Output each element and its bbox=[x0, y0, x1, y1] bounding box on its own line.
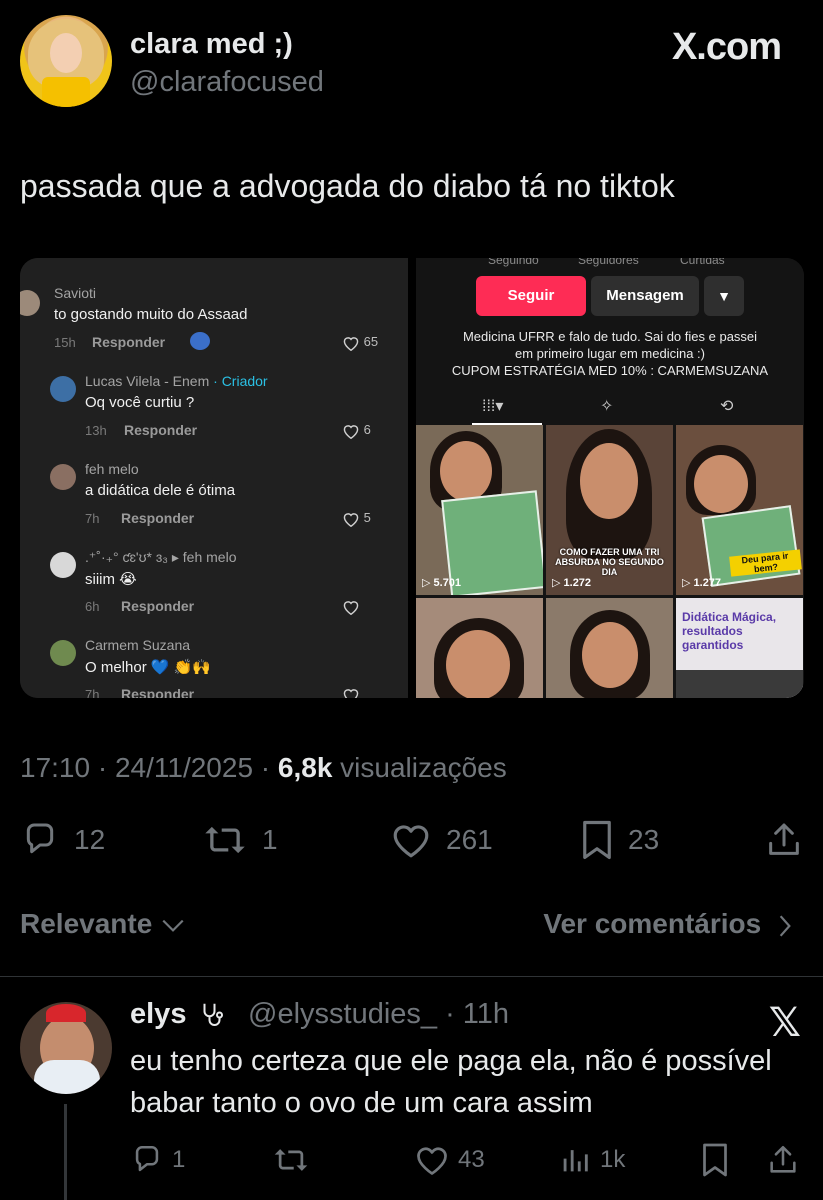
reply-link: Responder bbox=[92, 334, 166, 350]
reply-avatar[interactable] bbox=[20, 1002, 112, 1094]
video-thumbnail bbox=[416, 598, 543, 698]
like-count: 261 bbox=[446, 824, 493, 855]
author-avatar[interactable] bbox=[20, 15, 112, 107]
comment-time: 13h bbox=[85, 423, 107, 438]
reply-views-button[interactable]: 1k bbox=[558, 1132, 625, 1188]
chevron-right-icon bbox=[779, 915, 791, 937]
reply-actions: 1 43 1k bbox=[0, 1132, 823, 1178]
reply-link: Responder bbox=[121, 686, 195, 698]
profile-tabs: ⁞⁞⁞▾ ✧ ⟲ bbox=[416, 390, 804, 426]
view-count: 6,8k bbox=[277, 752, 333, 783]
comment-author: Lucas Vilela - Enem · Criador bbox=[85, 373, 268, 389]
reply-share-button[interactable] bbox=[766, 1132, 800, 1188]
comment-time: 6h bbox=[85, 599, 100, 614]
retweet-icon bbox=[205, 826, 245, 854]
bookmark-count: 23 bbox=[628, 824, 660, 855]
reply-reply-button[interactable]: 1 bbox=[130, 1132, 185, 1188]
comment-text: a didática dele é ótima bbox=[85, 482, 236, 499]
video-thumbnail bbox=[546, 598, 673, 698]
view-comments-link[interactable]: Ver comentários bbox=[543, 908, 793, 940]
reply-handle[interactable]: @elysstudies_ · 11h bbox=[248, 998, 509, 1031]
reposts-tab-icon: ✧ bbox=[600, 398, 614, 415]
profile-bio: Medicina UFRR e falo de tudo. Sai do fie… bbox=[451, 329, 769, 378]
retweet-count: 1 bbox=[262, 824, 278, 855]
comment-author: Savioti bbox=[54, 285, 97, 301]
heart-icon bbox=[393, 825, 429, 858]
reply-link: Responder bbox=[124, 422, 198, 438]
analytics-icon bbox=[563, 1150, 588, 1172]
tweet-media[interactable]: Savioti to gostando muito do Assaad 15h … bbox=[20, 258, 804, 698]
video-thumbnail: ▷ 5.701 bbox=[416, 425, 543, 595]
comment-like-icon bbox=[342, 686, 360, 698]
share-icon bbox=[770, 1145, 796, 1173]
avatar bbox=[50, 464, 76, 490]
video-thumbnail: Deu para ir bem? ▷ 1.277 bbox=[676, 425, 803, 595]
comment-author: feh melo bbox=[85, 461, 139, 477]
divider bbox=[0, 976, 823, 977]
retweet-icon bbox=[274, 1149, 308, 1171]
comment-author: Carmem Suzana bbox=[85, 637, 191, 653]
reply-display-name[interactable]: elys bbox=[130, 998, 229, 1031]
avatar bbox=[50, 640, 76, 666]
reply-link: Responder bbox=[121, 510, 195, 526]
comment-time: 7h bbox=[85, 687, 100, 698]
share-icon bbox=[769, 823, 799, 855]
tiktok-profile-screenshot: Seguindo Seguidores Curtidas Seguir Mens… bbox=[416, 258, 804, 698]
tweet-text: passada que a advogada do diabo tá no ti… bbox=[20, 168, 675, 204]
media-divider bbox=[408, 258, 416, 698]
comment-text: siiim 😭 bbox=[85, 571, 137, 588]
comment-text: O melhor 💙 👏🙌 bbox=[85, 659, 212, 676]
reply-button[interactable]: 12 bbox=[20, 812, 105, 868]
author-handle[interactable]: @clarafocused bbox=[130, 66, 324, 99]
comment-likes: 5 bbox=[342, 510, 371, 527]
reply-bookmark-button[interactable] bbox=[700, 1132, 730, 1188]
reply-icon bbox=[135, 1145, 159, 1172]
bookmark-icon bbox=[703, 1143, 727, 1177]
comment-likes: 65 bbox=[342, 334, 378, 351]
reply-reply-count: 1 bbox=[172, 1146, 186, 1173]
comment-time: 7h bbox=[85, 511, 100, 526]
avatar bbox=[50, 376, 76, 402]
share-button[interactable] bbox=[764, 812, 804, 868]
reply-retweet-button[interactable] bbox=[272, 1132, 310, 1188]
reply-count: 12 bbox=[74, 824, 106, 855]
avatar bbox=[20, 290, 40, 316]
reply-link: Responder bbox=[121, 598, 195, 614]
like-button[interactable]: 261 bbox=[390, 812, 493, 868]
liked-tab-icon: ⟲ bbox=[720, 398, 734, 415]
avatar bbox=[50, 552, 76, 578]
chevron-down-icon bbox=[162, 919, 184, 932]
stethoscope-icon bbox=[203, 1004, 223, 1027]
bookmark-icon bbox=[583, 820, 611, 860]
reply-like-button[interactable]: 43 bbox=[414, 1132, 485, 1188]
video-thumbnail: Didática Mágica, resultados garantidos bbox=[676, 598, 803, 698]
creator-liked-icon bbox=[190, 332, 210, 350]
message-button: Mensagem bbox=[591, 276, 699, 316]
tweet-timestamp: 17:10 · 24/11/2025 · 6,8k visualizações bbox=[20, 752, 507, 783]
comment-like-icon bbox=[342, 598, 360, 615]
videos-tab-icon: ⁞⁞⁞▾ bbox=[482, 398, 504, 415]
video-thumbnail: COMO FAZER UMA TRI ABSURDA NO SEGUNDO DI… bbox=[546, 425, 673, 595]
tiktok-comments-screenshot: Savioti to gostando muito do Assaad 15h … bbox=[20, 258, 408, 698]
comment-text: to gostando muito do Assaad bbox=[54, 306, 248, 323]
retweet-button[interactable]: 1 bbox=[202, 812, 278, 868]
tweet-actions: 12 1 261 23 bbox=[0, 812, 823, 868]
follow-button: Seguir bbox=[476, 276, 586, 316]
comment-text: Oq você curtiu ? bbox=[85, 394, 195, 411]
sort-dropdown[interactable]: Relevante bbox=[20, 908, 186, 940]
reply-icon bbox=[26, 823, 54, 854]
reply-view-count: 1k bbox=[600, 1146, 626, 1173]
reply-like-count: 43 bbox=[458, 1146, 485, 1173]
author-display-name[interactable]: clara med ;) bbox=[130, 28, 293, 61]
comment-author: .⁺˚·₊° ƈɛ'ʊ* ɜ₃ ▸ feh melo bbox=[85, 549, 237, 565]
comment-likes: 6 bbox=[342, 422, 371, 439]
reply-text: eu tenho certeza que ele paga ela, não é… bbox=[130, 1045, 772, 1119]
x-logo: X.com bbox=[671, 26, 782, 68]
comment-time: 15h bbox=[54, 335, 76, 350]
bookmark-button[interactable]: 23 bbox=[580, 812, 659, 868]
dropdown-icon: ▼ bbox=[704, 276, 744, 316]
heart-icon bbox=[417, 1147, 447, 1175]
